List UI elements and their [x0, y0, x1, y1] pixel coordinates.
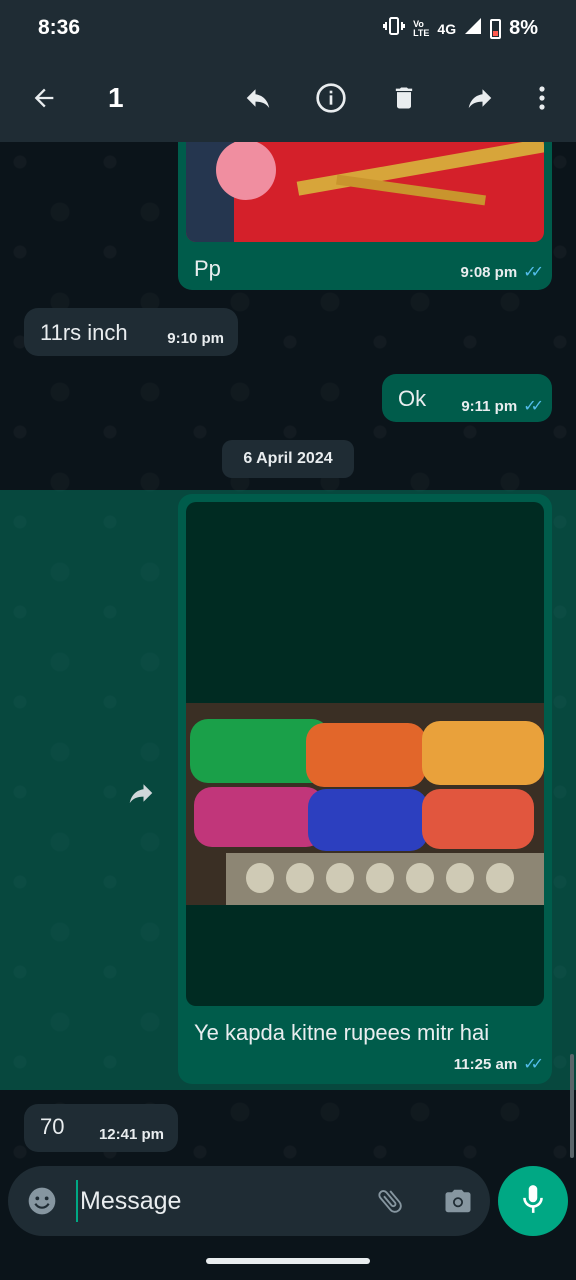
vibrate-icon — [383, 16, 406, 41]
message-image[interactable] — [186, 502, 544, 1006]
status-icons: Vo LTE 4G 8% — [383, 16, 538, 41]
forward-shortcut-icon[interactable] — [126, 778, 156, 808]
message-bubble-incoming[interactable]: 11rs inch 9:10 pm — [24, 308, 238, 356]
message-bubble-incoming[interactable]: 70 12:41 pm — [24, 1104, 178, 1152]
message-bubble-outgoing[interactable]: Ok 9:11 pm ✓✓ — [382, 374, 552, 422]
selected-count: 1 — [108, 82, 124, 113]
volte-icon: Vo LTE — [413, 18, 430, 38]
more-icon[interactable] — [522, 78, 562, 118]
reply-icon[interactable] — [238, 78, 278, 118]
message-caption: Ye kapda kitne rupees mitr hai — [194, 1020, 490, 1045]
read-ticks-icon: ✓✓ — [523, 398, 544, 415]
message-time: 9:08 pm — [460, 263, 518, 281]
home-indicator[interactable] — [206, 1258, 370, 1264]
attach-icon[interactable] — [370, 1181, 410, 1221]
message-image[interactable] — [186, 142, 544, 242]
read-ticks-icon: ✓✓ — [523, 1056, 544, 1073]
selection-toolbar: 1 — [0, 56, 576, 142]
message-meta: 9:11 pm ✓✓ — [461, 396, 544, 416]
message-text: 70 — [40, 1114, 65, 1139]
message-caption: Pp — [194, 256, 221, 281]
status-time: 8:36 — [38, 16, 81, 39]
message-bubble-outgoing-selected[interactable]: Ye kapda kitne rupees mitr hai 11:25 am … — [178, 494, 552, 1084]
network-type: 4G — [437, 20, 457, 37]
message-text: 11rs inch — [40, 320, 128, 345]
message-meta: 11:25 am ✓✓ — [453, 1054, 544, 1074]
message-time: 11:25 am — [453, 1055, 518, 1073]
chat-messages[interactable]: Pp 9:08 pm ✓✓ 11rs inch 9:10 pm Ok 9:11 … — [0, 142, 576, 1162]
date-divider: 6 April 2024 — [222, 440, 354, 478]
delete-icon[interactable] — [384, 78, 424, 118]
microphone-icon — [520, 1183, 546, 1220]
camera-icon[interactable] — [438, 1181, 478, 1221]
message-time: 12:41 pm — [98, 1126, 164, 1143]
battery-level: 8% — [509, 17, 538, 39]
back-icon[interactable] — [24, 78, 64, 118]
status-bar: 8:36 Vo LTE 4G 8% — [0, 0, 576, 56]
message-input[interactable] — [76, 1180, 356, 1222]
battery-icon — [490, 18, 502, 39]
message-bubble-outgoing[interactable]: Pp 9:08 pm ✓✓ — [178, 142, 552, 290]
message-meta: 9:08 pm ✓✓ — [460, 262, 544, 282]
fabric-photo — [186, 703, 544, 905]
forward-icon[interactable] — [460, 78, 500, 118]
message-text: Ok — [398, 386, 427, 411]
chat-scrollbar[interactable] — [570, 1054, 574, 1158]
emoji-icon[interactable] — [22, 1181, 62, 1221]
read-ticks-icon: ✓✓ — [523, 264, 544, 281]
info-icon[interactable] — [311, 78, 351, 118]
message-time: 9:11 pm — [461, 397, 518, 415]
message-composer — [8, 1166, 490, 1236]
mic-button[interactable] — [498, 1166, 568, 1236]
signal-icon — [464, 17, 482, 40]
message-time: 9:10 pm — [167, 330, 224, 347]
